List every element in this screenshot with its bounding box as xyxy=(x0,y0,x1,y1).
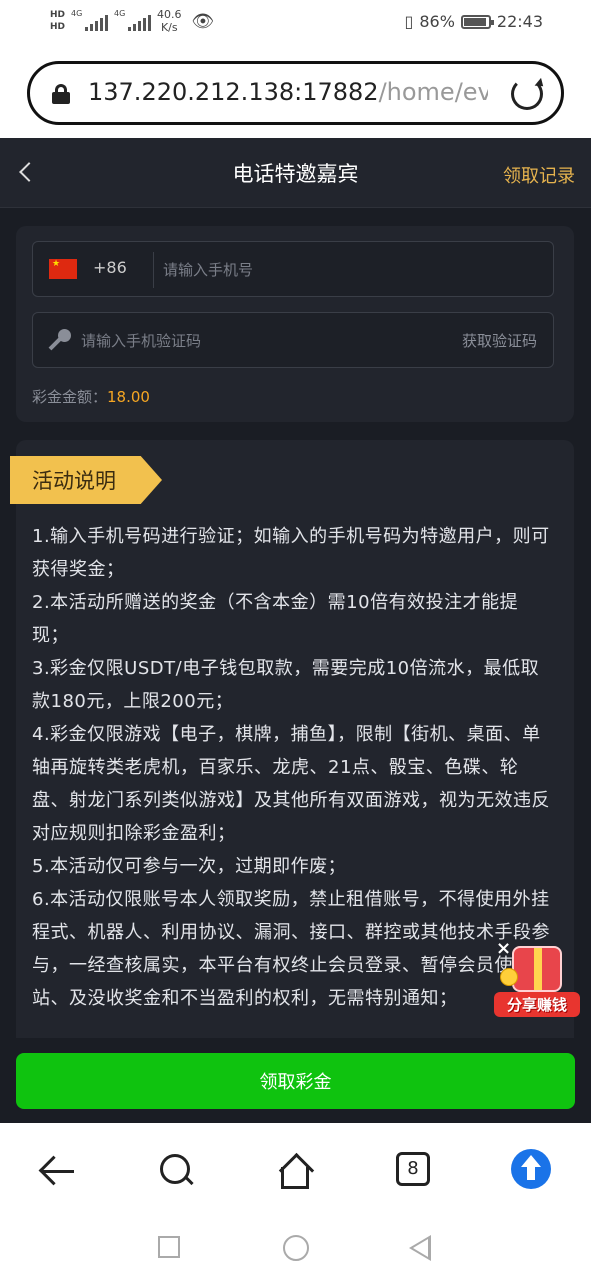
phone-input[interactable] xyxy=(163,254,543,286)
address-bar[interactable]: 137.220.212.138:17882/home/eve xyxy=(27,61,564,125)
signal-icon: 4G xyxy=(114,9,152,31)
status-left: HD HD 4G 4G 40.6 K/s 👁 xyxy=(50,8,214,34)
section-ribbon: 活动说明 xyxy=(10,456,162,504)
hd-label: HD xyxy=(50,10,66,20)
action-bar: 领取彩金 xyxy=(0,1038,591,1123)
bonus-amount: 18.00 xyxy=(107,388,150,406)
status-right: ▯ 86% 22:43 xyxy=(405,12,543,31)
clock: 22:43 xyxy=(496,12,543,31)
sms-code-input[interactable] xyxy=(81,325,401,357)
scroll-top-icon[interactable] xyxy=(511,1149,551,1189)
rule-item: 5.本活动仅可参与一次，过期即作废； xyxy=(32,856,347,877)
rule-item: 2.本活动所赠送的奖金（不含本金）需10倍有效投注才能提现； xyxy=(32,592,519,646)
url-host: 137.220.212.138:17882 xyxy=(88,78,379,106)
battery-percent: 86% xyxy=(419,12,455,31)
rules-list: 1.输入手机号码进行验证；如输入的手机号码为特邀用户，则可获得奖金； 2.本活动… xyxy=(32,520,552,1015)
browser-toolbar: 8 xyxy=(0,1123,591,1218)
claim-records-link[interactable]: 领取记录 xyxy=(503,162,575,188)
gift-box-icon xyxy=(512,946,562,992)
speed-value: 40.6 xyxy=(157,8,182,21)
reload-icon[interactable] xyxy=(511,78,543,110)
url-text[interactable]: 137.220.212.138:17882/home/eve xyxy=(88,78,488,106)
signal-icon: 4G xyxy=(71,9,109,31)
coin-icon xyxy=(500,968,518,986)
rule-item: 1.输入手机号码进行验证；如输入的手机号码为特邀用户，则可获得奖金； xyxy=(32,526,550,580)
url-path: /home/eve xyxy=(378,78,488,106)
home-icon[interactable] xyxy=(273,1149,317,1193)
network-type: 4G xyxy=(71,9,83,18)
rule-item: 3.彩金仅限USDT/电子钱包取款，需要完成10倍流水，最低取款180元，上限2… xyxy=(32,658,540,712)
sms-code-field: 获取验证码 xyxy=(32,312,554,368)
back-triangle-icon[interactable] xyxy=(409,1235,431,1261)
share-earn-label[interactable]: 分享赚钱 xyxy=(494,992,580,1017)
china-flag-icon[interactable] xyxy=(49,259,77,279)
hd-indicator: HD HD xyxy=(50,9,65,33)
verification-form: +86 获取验证码 彩金金额：18.00 xyxy=(16,226,574,422)
rule-item: 6.本活动仅限账号本人领取奖励，禁止租借账号，不得使用外挂程式、机器人、利用协议… xyxy=(32,889,550,1009)
activity-description: 活动说明 1.输入手机号码进行验证；如输入的手机号码为特邀用户，则可获得奖金； … xyxy=(10,440,574,1123)
claim-bonus-button[interactable]: 领取彩金 xyxy=(16,1053,575,1109)
hd-label: HD xyxy=(50,22,66,32)
eye-icon: 👁 xyxy=(191,10,215,32)
speed-unit: K/s xyxy=(160,21,178,34)
vibrate-icon: ▯ xyxy=(404,12,414,31)
battery-icon xyxy=(460,14,494,29)
bonus-amount-row: 彩金金额：18.00 xyxy=(32,386,150,407)
network-speed: 40.6 K/s xyxy=(157,8,182,34)
recent-apps-icon[interactable] xyxy=(158,1236,180,1258)
key-icon xyxy=(47,327,73,353)
close-icon[interactable]: × xyxy=(496,938,511,959)
status-bar: HD HD 4G 4G 40.6 K/s 👁 ▯ 86% 22:43 xyxy=(0,0,591,46)
phone-field: +86 xyxy=(32,241,554,297)
search-icon[interactable] xyxy=(154,1149,198,1193)
country-code[interactable]: +86 xyxy=(93,258,127,277)
rule-item: 4.彩金仅限游戏【电子，棋牌，捕鱼】，限制【街机、桌面、单轴再旋转类老虎机，百家… xyxy=(32,724,550,844)
back-arrow-icon[interactable] xyxy=(38,1149,82,1193)
get-code-button[interactable]: 获取验证码 xyxy=(462,330,537,351)
network-type: 4G xyxy=(114,9,126,18)
system-nav-bar xyxy=(0,1218,591,1280)
app-page: 电话特邀嘉宾 领取记录 +86 获取验证码 彩金金额：18.00 活动说明 1.… xyxy=(0,138,591,1123)
page-header: 电话特邀嘉宾 领取记录 xyxy=(0,138,591,208)
home-circle-icon[interactable] xyxy=(283,1235,309,1261)
tabs-count-button[interactable]: 8 xyxy=(396,1152,430,1186)
lock-icon xyxy=(52,84,70,104)
bonus-label: 彩金金额： xyxy=(32,388,108,406)
section-heading: 活动说明 xyxy=(32,469,116,493)
share-earn-widget[interactable]: × 分享赚钱 xyxy=(494,938,580,1028)
field-divider xyxy=(153,252,154,288)
